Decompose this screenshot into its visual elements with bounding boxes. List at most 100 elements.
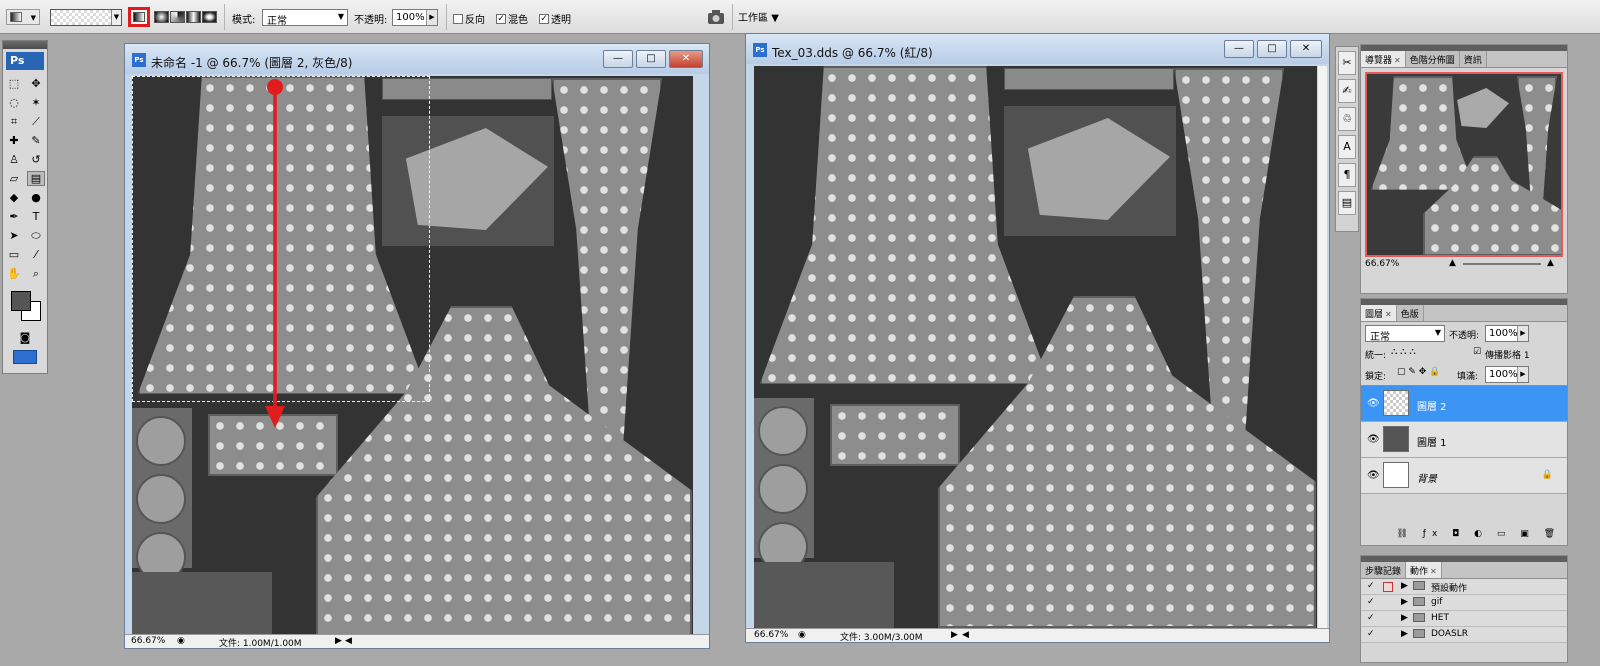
- action-set-row[interactable]: ✓ ▶ 預設動作: [1361, 579, 1567, 595]
- bridge-icon[interactable]: [705, 7, 727, 27]
- layer-comps-icon[interactable]: ▤: [1338, 191, 1356, 215]
- workspace-menu-button[interactable]: 工作區 ▼: [738, 9, 779, 24]
- zoom-level[interactable]: 66.67%: [131, 636, 165, 646]
- info-icon[interactable]: ◉: [798, 630, 806, 640]
- chevron-right-icon[interactable]: ▶: [1401, 581, 1408, 591]
- transparency-checkbox[interactable]: ✓ 透明: [539, 11, 571, 26]
- paragraph-icon[interactable]: ¶: [1338, 163, 1356, 187]
- tab-channels[interactable]: 色版: [1396, 305, 1424, 321]
- move-tool-icon[interactable]: ✥: [27, 77, 45, 90]
- tools-preset-icon[interactable]: ✂: [1338, 51, 1356, 75]
- lock-icons[interactable]: ▢ ✎ ✥ 🔒: [1397, 367, 1440, 377]
- quick-mask-icon[interactable]: ◙: [3, 331, 47, 344]
- zoom-tool-icon[interactable]: ⌕: [27, 267, 45, 281]
- tab-info[interactable]: 資訊: [1459, 51, 1487, 67]
- tab-navigator[interactable]: 導覽器 ✕: [1361, 51, 1406, 67]
- check-icon[interactable]: ✓: [1367, 581, 1375, 591]
- layer-opacity-input[interactable]: 100% ▶: [1485, 325, 1529, 342]
- slice-tool-icon[interactable]: ⟋: [27, 115, 45, 129]
- document-titlebar[interactable]: Ps Tex_03.dds @ 66.7% (紅/8) — □ ✕: [746, 34, 1329, 64]
- linear-gradient-button[interactable]: [128, 7, 150, 27]
- chevron-right-icon[interactable]: ▶: [335, 636, 342, 646]
- action-set-row[interactable]: ✓ ▶ HET: [1361, 611, 1567, 627]
- brushes-icon[interactable]: ✍: [1338, 79, 1356, 103]
- tool-preset-picker[interactable]: ▼: [6, 9, 40, 25]
- eyedropper-tool-icon[interactable]: ⁄: [27, 248, 45, 261]
- navigator-preview[interactable]: [1365, 72, 1563, 257]
- dither-checkbox[interactable]: ✓ 混色: [496, 11, 528, 26]
- pen-tool-icon[interactable]: ✒: [5, 210, 23, 223]
- reverse-checkbox[interactable]: 反向: [453, 11, 485, 26]
- healing-brush-tool-icon[interactable]: ✚: [5, 134, 23, 147]
- blur-tool-icon[interactable]: ◆: [5, 191, 23, 204]
- mode-select[interactable]: 正常 ▼: [262, 9, 348, 27]
- zoom-out-icon[interactable]: ▲: [1449, 258, 1456, 268]
- magic-wand-tool-icon[interactable]: ✶: [27, 96, 45, 109]
- diamond-gradient-button[interactable]: [202, 11, 217, 23]
- path-selection-tool-icon[interactable]: ➤: [5, 229, 23, 242]
- chevron-right-icon[interactable]: ▶: [1401, 613, 1408, 623]
- chevron-left-icon[interactable]: ◀: [345, 636, 352, 646]
- layer-row[interactable]: 👁 背景 🔒: [1361, 458, 1567, 494]
- shape-tool-icon[interactable]: ⬭: [27, 229, 45, 243]
- layers-footer-icons[interactable]: ⛓ ƒx ◘ ◐ ▭ ▣ 🗑: [1361, 529, 1567, 545]
- check-icon[interactable]: ✓: [1367, 613, 1375, 623]
- eraser-tool-icon[interactable]: ▱: [5, 172, 23, 185]
- screen-mode-button[interactable]: [13, 350, 37, 364]
- chevron-right-icon[interactable]: ▶: [426, 10, 437, 25]
- hand-tool-icon[interactable]: ✋: [5, 267, 23, 280]
- zoom-in-icon[interactable]: ▲: [1547, 258, 1554, 268]
- maximize-button[interactable]: □: [636, 50, 666, 68]
- fill-input[interactable]: 100% ▶: [1485, 366, 1529, 383]
- tab-layers[interactable]: 圖層 ✕: [1361, 305, 1397, 321]
- gradient-tool-icon[interactable]: ▤: [27, 171, 45, 186]
- chevron-right-icon[interactable]: ▶: [1517, 367, 1528, 382]
- document-canvas[interactable]: [754, 66, 1317, 628]
- navigator-zoom-value[interactable]: 66.67%: [1365, 259, 1399, 269]
- lasso-tool-icon[interactable]: ◌: [5, 96, 23, 109]
- info-icon[interactable]: ◉: [177, 636, 185, 646]
- close-button[interactable]: ✕: [669, 50, 703, 68]
- action-set-row[interactable]: ✓ ▶ gif: [1361, 595, 1567, 611]
- radial-gradient-button[interactable]: [154, 11, 169, 23]
- document-titlebar[interactable]: Ps 未命名 -1 @ 66.7% (圖層 2, 灰色/8) — □ ✕: [125, 44, 709, 74]
- tab-history[interactable]: 步驟記錄: [1361, 562, 1407, 578]
- gradient-picker[interactable]: ▼: [50, 9, 122, 26]
- vertical-scrollbar[interactable]: [1318, 66, 1327, 628]
- opacity-input[interactable]: 100% ▶: [392, 9, 438, 26]
- zoom-slider[interactable]: [1463, 263, 1541, 265]
- blend-mode-select[interactable]: 正常 ▼: [1365, 325, 1445, 343]
- notes-tool-icon[interactable]: ▭: [5, 248, 23, 261]
- layer-row[interactable]: 👁 圖層 1: [1361, 422, 1567, 458]
- check-icon[interactable]: ✓: [1367, 629, 1375, 639]
- visibility-eye-icon[interactable]: 👁: [1367, 398, 1380, 409]
- brush-tool-icon[interactable]: ✎: [27, 134, 45, 147]
- minimize-button[interactable]: —: [603, 50, 633, 68]
- unify-icons[interactable]: ⛬ ⛬ ⛬: [1391, 347, 1416, 357]
- chevron-left-icon[interactable]: ◀: [962, 630, 969, 640]
- layer-row[interactable]: 👁 圖層 2: [1361, 386, 1567, 422]
- tab-actions[interactable]: 動作 ✕: [1406, 562, 1442, 578]
- document-canvas[interactable]: [132, 76, 693, 634]
- character-icon[interactable]: A: [1338, 135, 1356, 159]
- reflected-gradient-button[interactable]: [186, 11, 201, 23]
- visibility-eye-icon[interactable]: 👁: [1367, 470, 1380, 481]
- propagate-checkbox[interactable]: ☑: [1473, 347, 1481, 357]
- panel-grip[interactable]: [3, 41, 47, 49]
- minimize-button[interactable]: —: [1224, 40, 1254, 58]
- chevron-right-icon[interactable]: ▶: [1517, 326, 1528, 341]
- clone-source-icon[interactable]: ♲: [1338, 107, 1356, 131]
- type-tool-icon[interactable]: T: [27, 210, 45, 223]
- angle-gradient-button[interactable]: [170, 11, 185, 23]
- crop-tool-icon[interactable]: ⌗: [5, 115, 23, 129]
- visibility-eye-icon[interactable]: 👁: [1367, 434, 1380, 445]
- foreground-color-swatch[interactable]: [11, 291, 31, 311]
- dodge-tool-icon[interactable]: ●: [27, 191, 45, 204]
- action-set-row[interactable]: ✓ ▶ DOASLR: [1361, 627, 1567, 643]
- close-button[interactable]: ✕: [1290, 40, 1322, 58]
- dialog-toggle-icon[interactable]: [1383, 582, 1393, 592]
- maximize-button[interactable]: □: [1257, 40, 1287, 58]
- chevron-right-icon[interactable]: ▶: [1401, 597, 1408, 607]
- chevron-right-icon[interactable]: ▶: [951, 630, 958, 640]
- clone-stamp-tool-icon[interactable]: ♙: [5, 153, 23, 166]
